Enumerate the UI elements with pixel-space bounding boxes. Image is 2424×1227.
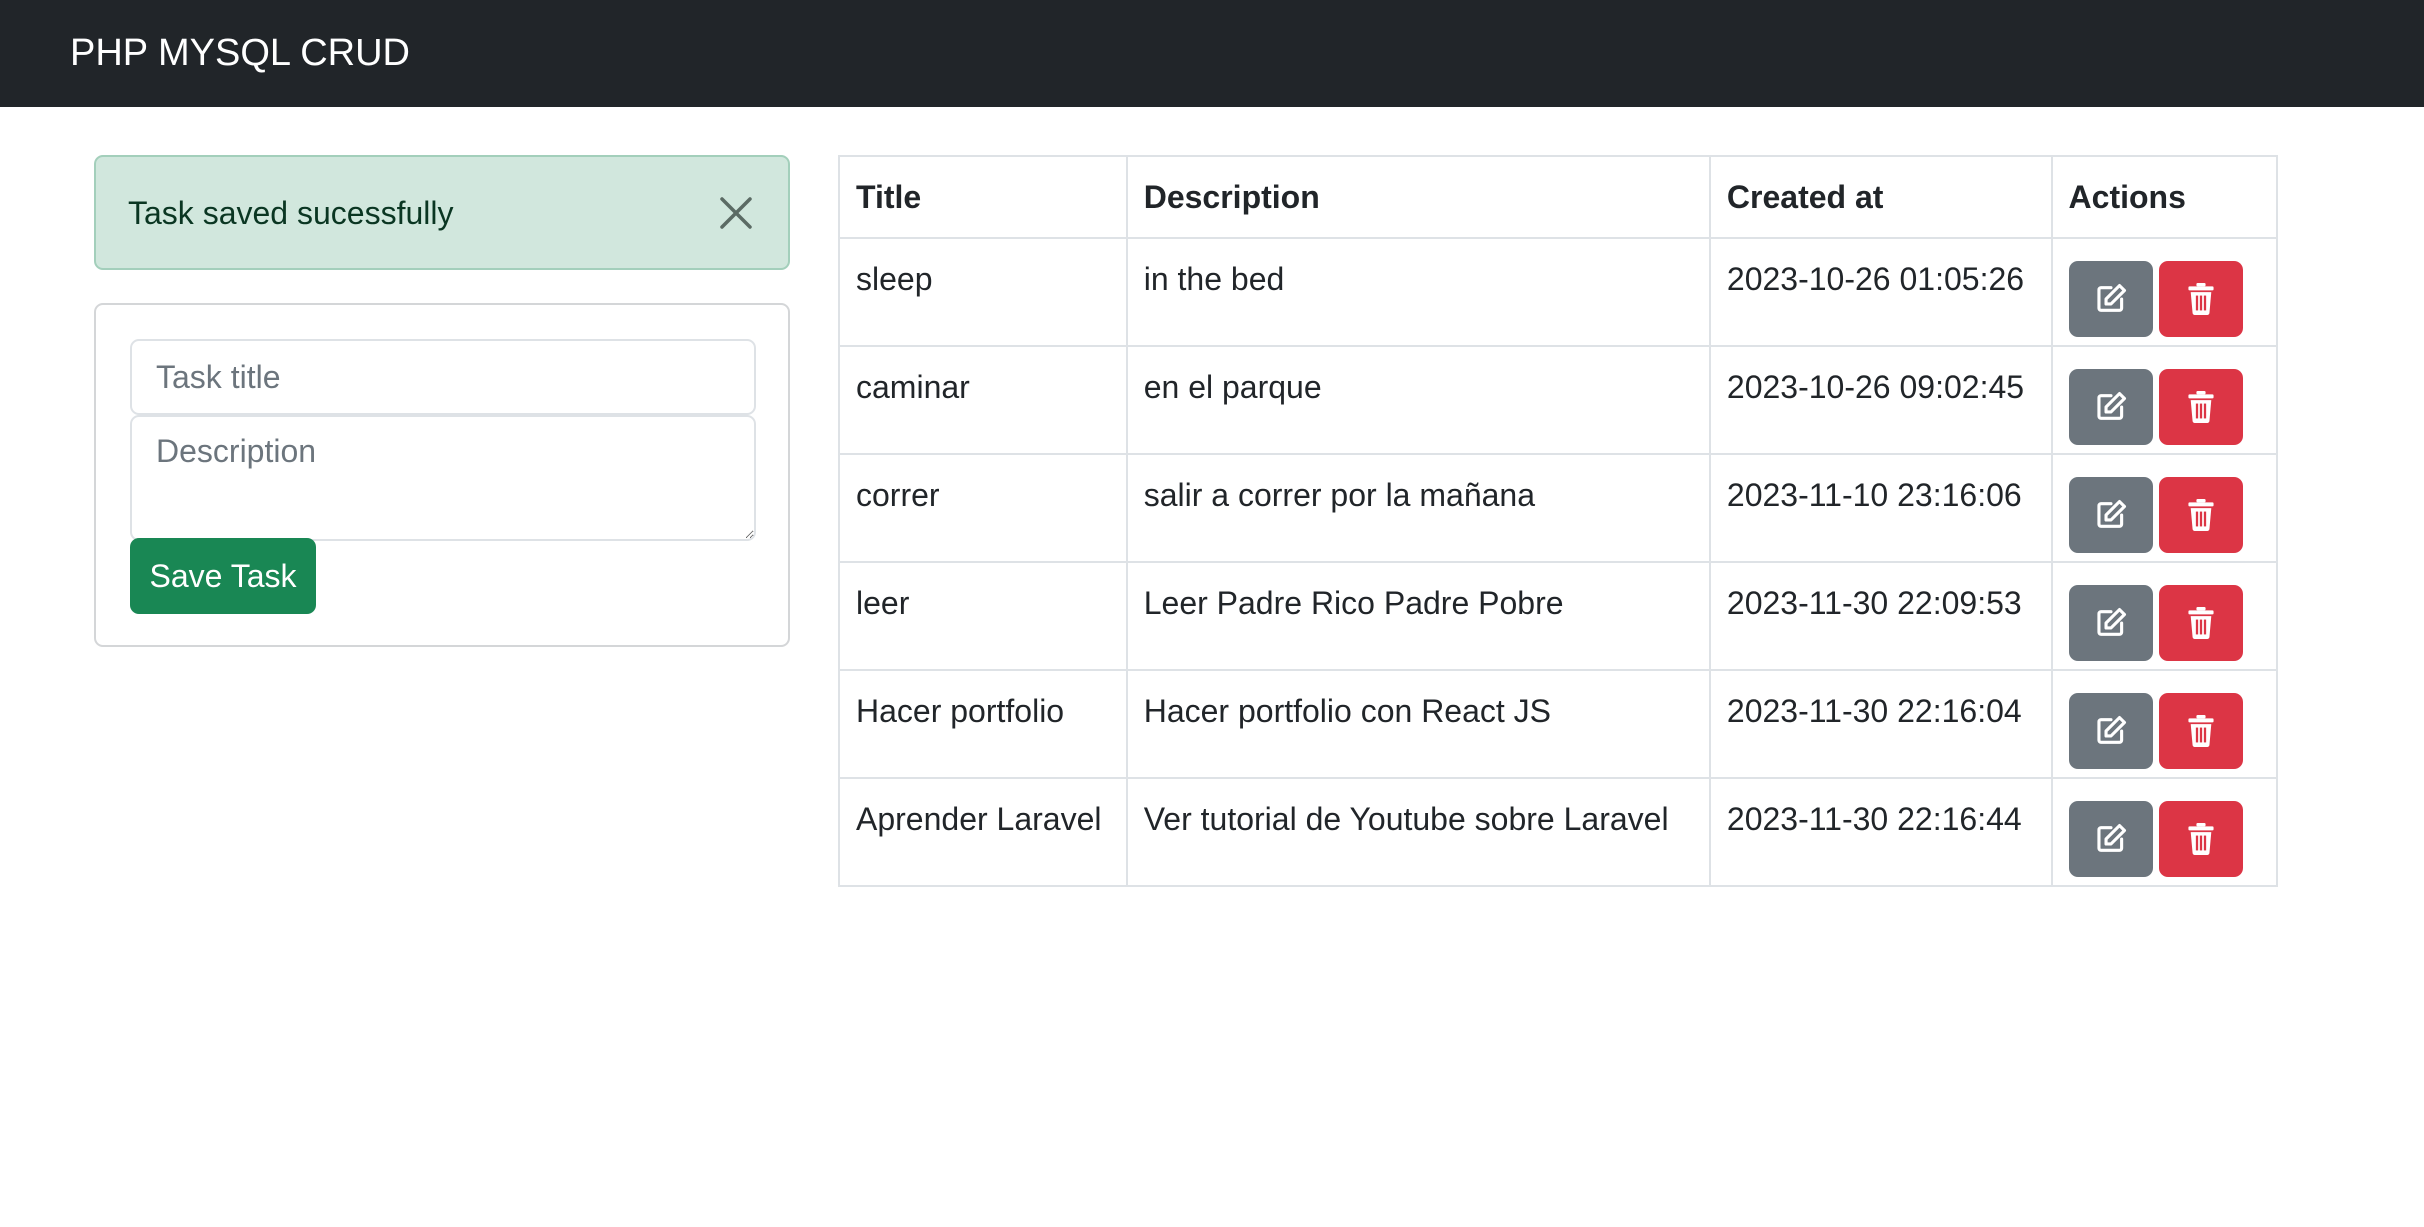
cell-created-at: 2023-10-26 09:02:45 — [1708, 345, 2053, 455]
table-row: Hacer portfolio Hacer portfolio con Reac… — [838, 669, 2279, 779]
header-title: Title — [838, 155, 1128, 239]
delete-button[interactable] — [2158, 585, 2243, 661]
cell-actions — [2050, 777, 2279, 887]
cell-title: caminar — [838, 345, 1128, 455]
cell-actions — [2050, 669, 2279, 779]
cell-title: Aprender Laravel — [838, 777, 1128, 887]
navbar-brand[interactable]: PHP MYSQL CRUD — [70, 28, 410, 78]
table-row: correr salir a correr por la mañana 2023… — [838, 453, 2279, 563]
cell-created-at: 2023-11-30 22:16:04 — [1708, 669, 2053, 779]
trash-icon — [2187, 823, 2214, 855]
cell-created-at: 2023-11-30 22:16:44 — [1708, 777, 2053, 887]
edit-button[interactable] — [2068, 801, 2153, 877]
edit-icon — [2096, 283, 2126, 312]
edit-button[interactable] — [2068, 477, 2153, 553]
cell-description: salir a correr por la mañana — [1125, 453, 1711, 563]
cell-description: en el parque — [1125, 345, 1711, 455]
cell-description: Hacer portfolio con React JS — [1125, 669, 1711, 779]
close-icon[interactable] — [714, 191, 758, 235]
cell-created-at: 2023-10-26 01:05:26 — [1708, 237, 2053, 347]
trash-icon — [2187, 283, 2214, 315]
edit-icon — [2096, 823, 2126, 852]
cell-description: Leer Padre Rico Padre Pobre — [1125, 561, 1711, 671]
save-task-button[interactable]: Save Task — [130, 538, 316, 614]
tasks-table: Title Description Created at Actions sle… — [838, 155, 2279, 887]
edit-icon — [2096, 499, 2126, 528]
edit-icon — [2096, 715, 2126, 744]
header-actions: Actions — [2050, 155, 2279, 239]
description-textarea[interactable] — [130, 415, 756, 541]
task-form-card: Save Task — [94, 303, 790, 647]
task-title-input[interactable] — [130, 339, 756, 415]
header-created-at: Created at — [1708, 155, 2053, 239]
cell-title: sleep — [838, 237, 1128, 347]
delete-button[interactable] — [2158, 477, 2243, 553]
cell-actions — [2050, 237, 2279, 347]
cell-title: correr — [838, 453, 1128, 563]
delete-button[interactable] — [2158, 693, 2243, 769]
header-description: Description — [1125, 155, 1711, 239]
edit-button[interactable] — [2068, 693, 2153, 769]
trash-icon — [2187, 607, 2214, 639]
cell-title: leer — [838, 561, 1128, 671]
cell-actions — [2050, 453, 2279, 563]
edit-icon — [2096, 391, 2126, 420]
table-row: leer Leer Padre Rico Padre Pobre 2023-11… — [838, 561, 2279, 671]
delete-button[interactable] — [2158, 261, 2243, 337]
navbar: PHP MYSQL CRUD — [0, 0, 2424, 107]
cell-created-at: 2023-11-10 23:16:06 — [1708, 453, 2053, 563]
edit-button[interactable] — [2068, 261, 2153, 337]
edit-button[interactable] — [2068, 369, 2153, 445]
cell-description: Ver tutorial de Youtube sobre Laravel — [1125, 777, 1711, 887]
trash-icon — [2187, 391, 2214, 423]
table-header-row: Title Description Created at Actions — [838, 155, 2279, 239]
alert-message: Task saved sucessfully — [128, 195, 454, 231]
table-row: Aprender Laravel Ver tutorial de Youtube… — [838, 777, 2279, 887]
table-row: sleep in the bed 2023-10-26 01:05:26 — [838, 237, 2279, 347]
success-alert: Task saved sucessfully — [94, 155, 790, 270]
delete-button[interactable] — [2158, 801, 2243, 877]
cell-description: in the bed — [1125, 237, 1711, 347]
cell-created-at: 2023-11-30 22:09:53 — [1708, 561, 2053, 671]
delete-button[interactable] — [2158, 369, 2243, 445]
edit-button[interactable] — [2068, 585, 2153, 661]
trash-icon — [2187, 499, 2214, 531]
cell-actions — [2050, 561, 2279, 671]
cell-title: Hacer portfolio — [838, 669, 1128, 779]
cell-actions — [2050, 345, 2279, 455]
trash-icon — [2187, 715, 2214, 747]
edit-icon — [2096, 607, 2126, 636]
table-row: caminar en el parque 2023-10-26 09:02:45 — [838, 345, 2279, 455]
